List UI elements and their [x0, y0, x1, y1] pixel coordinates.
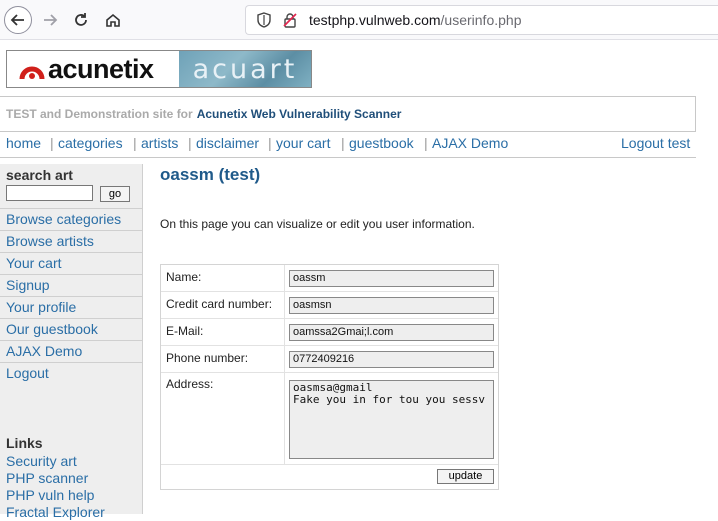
tagline-brand-link[interactable]: Acunetix Web Vulnerability Scanner	[197, 107, 402, 121]
sidebar: search art go Browse categories Browse a…	[0, 164, 143, 520]
shield-icon[interactable]	[256, 12, 272, 28]
insecure-lock-icon[interactable]	[282, 12, 298, 28]
name-label: Name:	[166, 270, 202, 284]
external-links: Security art PHP scanner PHP vuln help F…	[6, 453, 105, 521]
arrow-left-icon	[10, 14, 24, 26]
address-textarea[interactable]: oasmsa@gmail Fake you in for tou you ses…	[289, 380, 494, 459]
address-label: Address:	[166, 377, 214, 391]
go-button[interactable]: go	[100, 186, 130, 202]
form-row-phone: Phone number: 0772409216	[161, 346, 498, 373]
form-row-credit-card: Credit card number: oasmsn	[161, 292, 498, 319]
phone-label: Phone number:	[166, 351, 249, 365]
url-host: testphp.vulnweb.com	[309, 12, 441, 28]
acuart-banner: acuart	[179, 51, 311, 87]
acunetix-logo: acunetix	[7, 51, 179, 87]
nav-separator: |	[188, 135, 192, 151]
user-info-form: Name: oassm Credit card number: oasmsn E…	[160, 264, 499, 490]
nav-guestbook[interactable]: guestbook	[349, 135, 414, 151]
form-row-email: E-Mail: oamssa2Gmai;l.com	[161, 319, 498, 346]
url-bar[interactable]: testphp.vulnweb.com/userinfo.php	[245, 5, 718, 35]
acuart-text: acuart	[192, 53, 298, 85]
email-label: E-Mail:	[166, 324, 204, 338]
nav-separator: |	[133, 135, 137, 151]
nav-separator: |	[268, 135, 272, 151]
form-row-name: Name: oassm	[161, 265, 498, 292]
nav-separator: |	[424, 135, 428, 151]
sidebar-item-your-cart[interactable]: Your cart	[0, 252, 142, 274]
nav-logout[interactable]: Logout test	[621, 135, 690, 151]
back-button[interactable]	[4, 6, 32, 34]
top-navigation: home | categories | artists | disclaimer…	[0, 134, 696, 158]
nav-separator: |	[50, 135, 54, 151]
sidebar-item-logout[interactable]: Logout	[0, 362, 142, 384]
page-content: acunetix acuart TEST and Demonstration s…	[0, 41, 718, 520]
name-field[interactable]: oassm	[289, 270, 494, 287]
tagline-prefix: TEST and Demonstration site for	[6, 107, 193, 121]
link-security-art[interactable]: Security art	[6, 453, 105, 470]
site-logo[interactable]: acunetix acuart	[6, 50, 312, 88]
credit-card-field[interactable]: oasmsn	[289, 297, 494, 314]
tagline: TEST and Demonstration site for Acunetix…	[0, 96, 696, 132]
link-php-vuln-help[interactable]: PHP vuln help	[6, 487, 105, 504]
sidebar-item-browse-categories[interactable]: Browse categories	[0, 208, 142, 230]
nav-disclaimer[interactable]: disclaimer	[196, 135, 259, 151]
link-php-scanner[interactable]: PHP scanner	[6, 470, 105, 487]
acunetix-logo-icon	[19, 66, 45, 80]
sidebar-item-guestbook[interactable]: Our guestbook	[0, 318, 142, 340]
sidebar-item-ajax-demo[interactable]: AJAX Demo	[0, 340, 142, 362]
phone-field[interactable]: 0772409216	[289, 351, 494, 368]
nav-separator: |	[341, 135, 345, 151]
update-button[interactable]: update	[437, 469, 494, 484]
reload-icon	[75, 13, 87, 26]
search-label: search art	[6, 167, 73, 183]
sidebar-item-your-profile[interactable]: Your profile	[0, 296, 142, 318]
search-input[interactable]	[6, 185, 93, 201]
nav-home[interactable]: home	[6, 135, 41, 151]
nav-artists[interactable]: artists	[141, 135, 178, 151]
links-heading: Links	[6, 435, 43, 451]
url-path: /userinfo.php	[440, 12, 522, 28]
browser-toolbar: testphp.vulnweb.com/userinfo.php	[0, 0, 718, 40]
link-fractal-explorer[interactable]: Fractal Explorer	[6, 504, 105, 521]
nav-your-cart[interactable]: your cart	[276, 135, 330, 151]
home-button[interactable]	[99, 6, 127, 34]
home-icon	[106, 13, 120, 27]
sidebar-item-signup[interactable]: Signup	[0, 274, 142, 296]
credit-card-label: Credit card number:	[166, 297, 273, 311]
reload-button[interactable]	[67, 6, 95, 34]
page-title: oassm (test)	[160, 165, 261, 184]
nav-categories[interactable]: categories	[58, 135, 123, 151]
logo-text: acunetix	[48, 53, 154, 84]
forward-button[interactable]	[36, 6, 64, 34]
sidebar-item-browse-artists[interactable]: Browse artists	[0, 230, 142, 252]
arrow-right-icon	[44, 14, 58, 26]
url-text[interactable]: testphp.vulnweb.com/userinfo.php	[309, 12, 521, 28]
nav-ajax-demo[interactable]: AJAX Demo	[432, 135, 508, 151]
email-field[interactable]: oamssa2Gmai;l.com	[289, 324, 494, 341]
intro-text: On this page you can visualize or edit y…	[160, 217, 475, 231]
sidebar-menu: Browse categories Browse artists Your ca…	[0, 208, 142, 384]
